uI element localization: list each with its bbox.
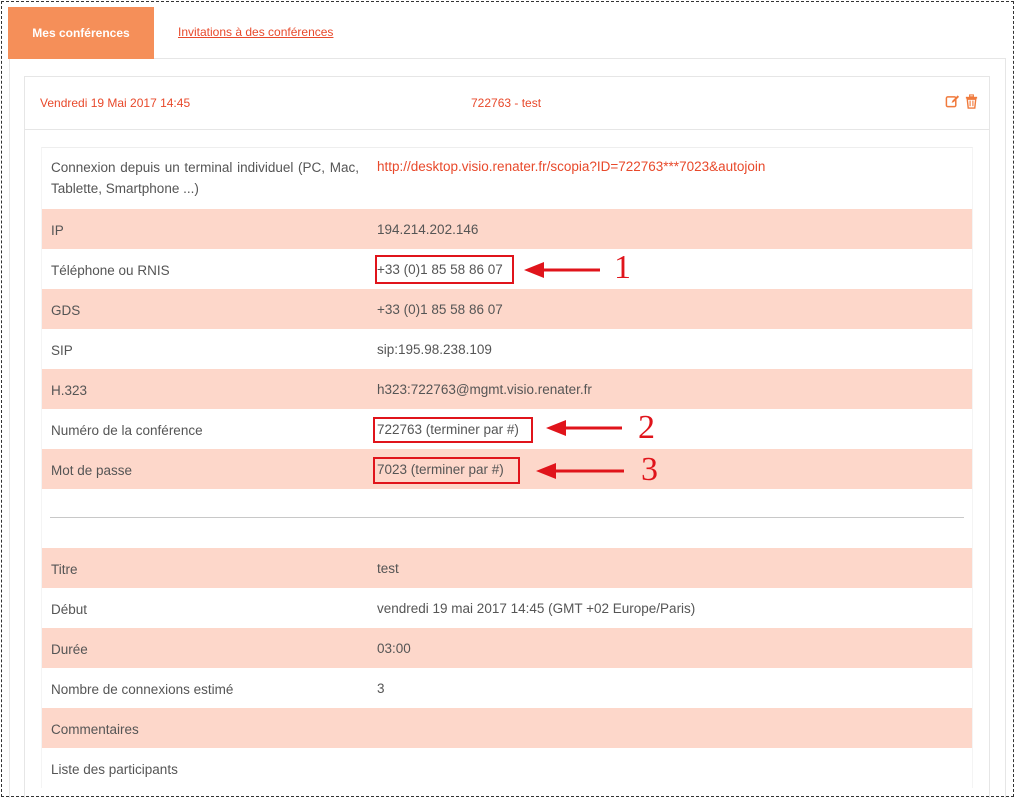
tab-bar: Mes conférences Invitations à des confér… — [8, 7, 1006, 59]
arrow-left-icon — [546, 420, 622, 436]
row-label: Liste des participants — [51, 762, 178, 777]
annotation-number-3: 3 — [641, 451, 658, 488]
desktop-join-link[interactable]: http://desktop.visio.renater.fr/scopia?I… — [377, 157, 765, 177]
table-row: Début vendredi 19 mai 2017 14:45 (GMT +0… — [42, 588, 972, 628]
table-row: Titre test — [42, 548, 972, 588]
row-label: Commentaires — [51, 722, 139, 737]
highlight-box-phone — [375, 255, 514, 284]
divider — [50, 517, 964, 518]
row-value: +33 (0)1 85 58 86 07 — [377, 302, 503, 317]
row-label: H.323 — [51, 383, 88, 398]
row-label: Titre — [51, 562, 78, 577]
table-row: Liste des participants — [42, 748, 972, 788]
row-label: SIP — [51, 343, 73, 358]
annotation-number-1: 1 — [614, 249, 631, 286]
table-row: Connexion depuis un terminal individuel … — [42, 148, 972, 209]
row-value: vendredi 19 mai 2017 14:45 (GMT +02 Euro… — [377, 601, 696, 616]
trash-icon[interactable] — [964, 94, 979, 109]
row-label: Durée — [51, 642, 88, 657]
table-row: Nombre de connexions estimé 3 — [42, 668, 972, 708]
row-value: h323:722763@mgmt.visio.renater.fr — [377, 382, 592, 397]
row-label: GDS — [51, 303, 81, 318]
row-label: Téléphone ou RNIS — [51, 263, 170, 278]
separator — [42, 489, 972, 548]
conference-actions — [945, 94, 979, 109]
highlight-box-password — [373, 457, 520, 484]
highlight-box-conference-number — [373, 417, 533, 443]
table-row: Commentaires — [42, 708, 972, 748]
table-row: IP 194.214.202.146 — [42, 209, 972, 249]
row-label: IP — [51, 223, 64, 238]
row-value: test — [377, 561, 399, 576]
conference-header: Vendredi 19 Mai 2017 14:45 722763 - test — [25, 77, 989, 130]
conference-title: 722763 - test — [471, 96, 542, 110]
table-row: Durée 03:00 — [42, 628, 972, 668]
row-value: 03:00 — [377, 641, 411, 656]
row-value: 3 — [377, 681, 385, 696]
tab-mes-conferences[interactable]: Mes conférences — [8, 7, 154, 59]
row-label: Mot de passe — [51, 463, 133, 478]
arrow-left-icon — [536, 463, 624, 479]
arrow-left-icon — [524, 262, 600, 278]
row-value: 194.214.202.146 — [377, 222, 479, 237]
tab-invitations[interactable]: Invitations à des conférences — [178, 25, 333, 39]
annotation-number-2: 2 — [638, 409, 655, 446]
row-label: Nombre de connexions estimé — [51, 682, 234, 697]
table-row: SIP sip:195.98.238.109 — [42, 329, 972, 369]
table-row: GDS +33 (0)1 85 58 86 07 — [42, 289, 972, 329]
row-label: Début — [51, 602, 88, 617]
table-row: H.323 h323:722763@mgmt.visio.renater.fr — [42, 369, 972, 409]
conference-date: Vendredi 19 Mai 2017 14:45 — [40, 96, 191, 110]
row-value: sip:195.98.238.109 — [377, 342, 492, 357]
row-label: Numéro de la conférence — [51, 423, 203, 438]
row-label: Connexion depuis un terminal individuel … — [51, 160, 359, 196]
edit-icon[interactable] — [945, 94, 960, 109]
